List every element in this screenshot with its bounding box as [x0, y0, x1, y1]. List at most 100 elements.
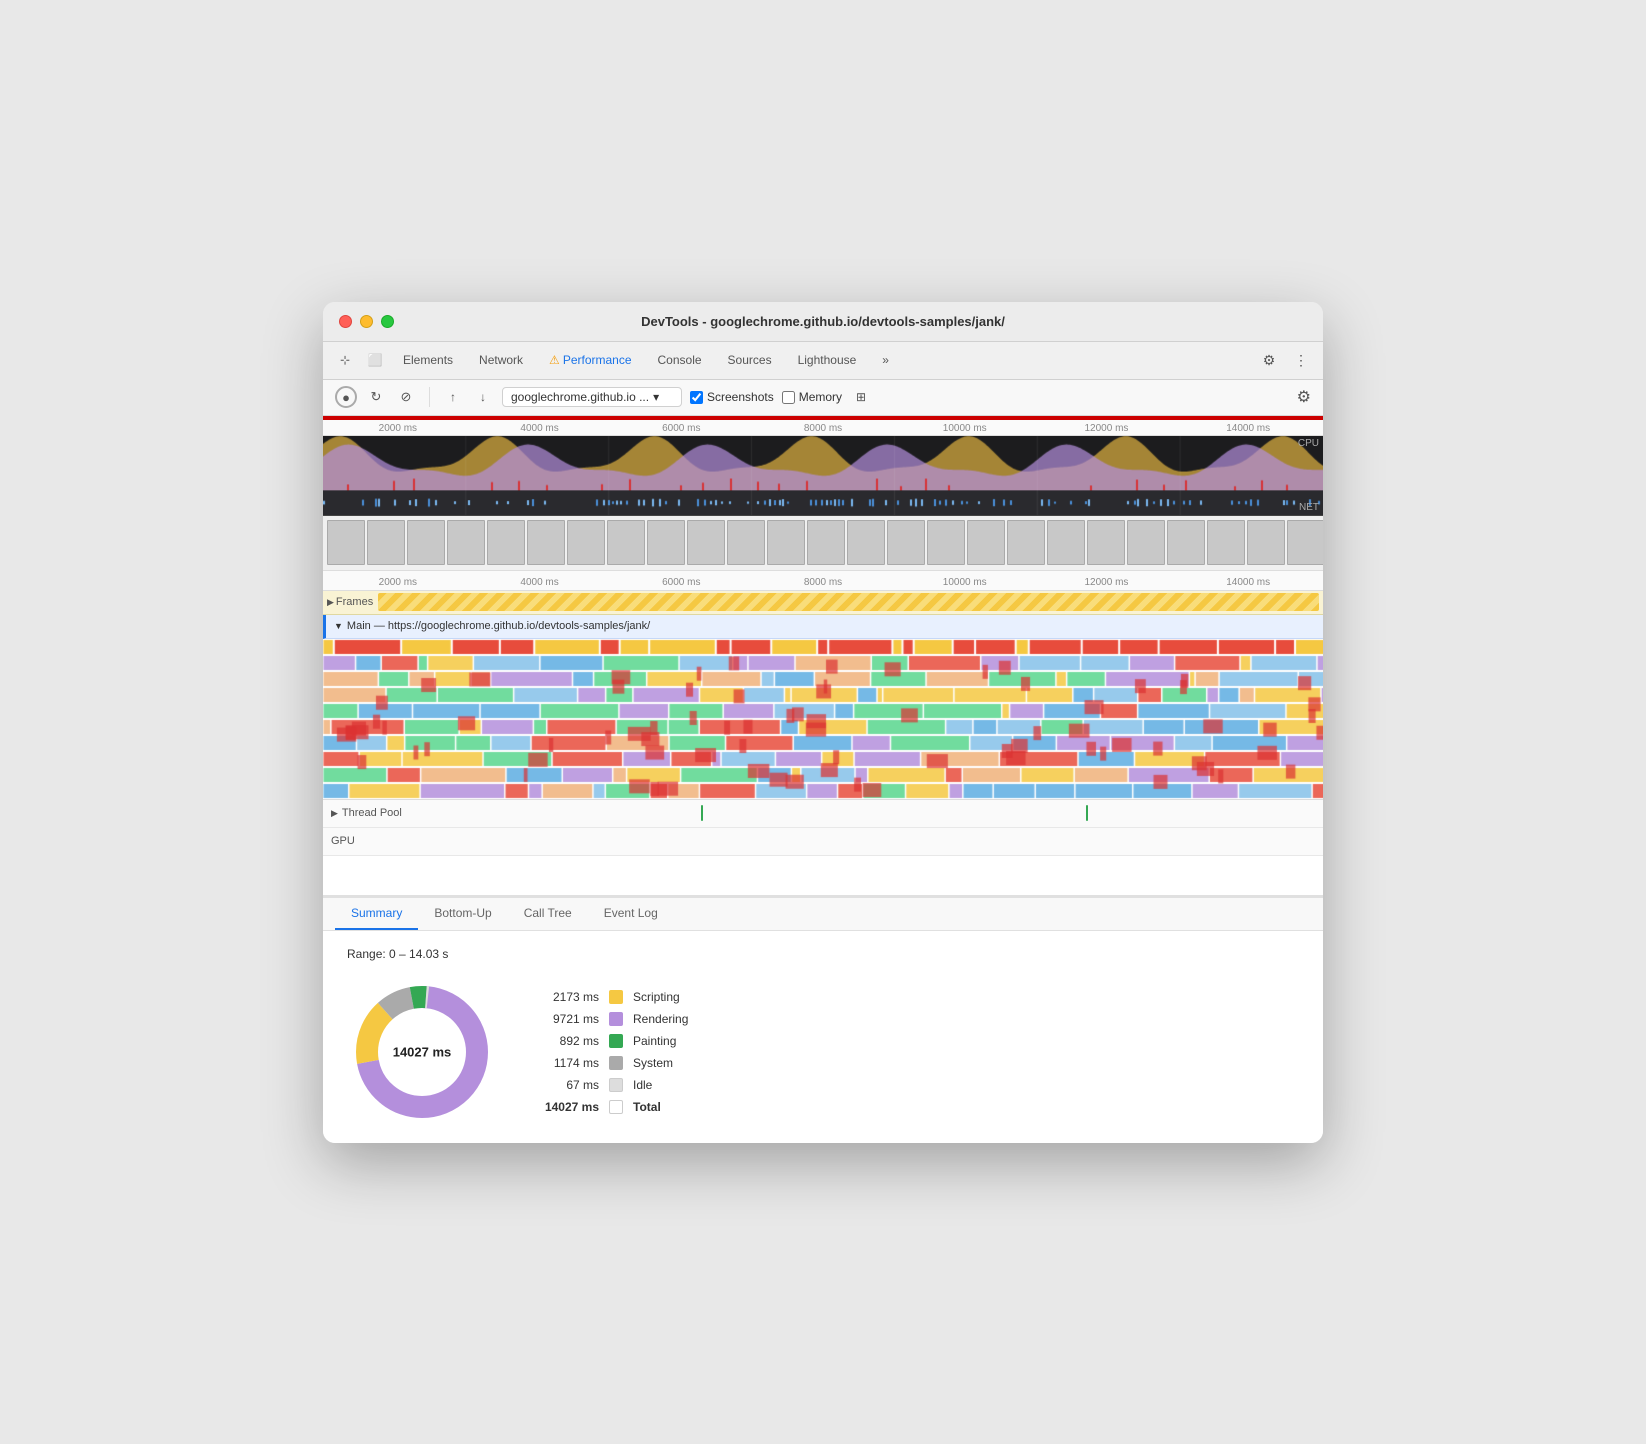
screenshot-thumb[interactable]	[407, 520, 445, 565]
memory-checkbox-group[interactable]: Memory	[782, 390, 842, 404]
cpu-canvas	[323, 436, 1323, 515]
tab-summary[interactable]: Summary	[335, 898, 418, 930]
rendering-value: 9721 ms	[529, 1012, 599, 1026]
screenshot-thumb[interactable]	[1207, 520, 1245, 565]
url-display[interactable]: googlechrome.github.io ... ▾	[502, 387, 682, 407]
ruler-mark-6: 12000 ms	[1036, 423, 1178, 434]
tab-sources[interactable]: Sources	[716, 347, 784, 373]
maximize-button[interactable]	[381, 315, 394, 328]
device-icon[interactable]: ⬜	[361, 346, 389, 374]
ruler-mark-2: 4000 ms	[469, 423, 611, 434]
total-label: Total	[633, 1100, 661, 1114]
tab-performance[interactable]: ⚠ Performance	[537, 347, 643, 373]
screenshot-thumb[interactable]	[327, 520, 365, 565]
ruler-mark-b2: 4000 ms	[469, 577, 611, 588]
gpu-bars	[359, 831, 1315, 851]
settings-icon[interactable]: ⚙	[1255, 346, 1283, 374]
screenshot-thumb[interactable]	[927, 520, 965, 565]
window-title: DevTools - googlechrome.github.io/devtoo…	[641, 314, 1005, 329]
ruler-mark-4: 8000 ms	[752, 423, 894, 434]
screenshot-thumb[interactable]	[807, 520, 845, 565]
close-button[interactable]	[339, 315, 352, 328]
screenshots-checkbox-group[interactable]: Screenshots	[690, 390, 774, 404]
timeline-wrapper: 2000 ms 4000 ms 6000 ms 8000 ms 10000 ms…	[323, 416, 1323, 896]
screenshot-thumb[interactable]	[1127, 520, 1165, 565]
download-button[interactable]: ↓	[472, 386, 494, 408]
screenshot-thumb[interactable]	[967, 520, 1005, 565]
legend-total: 14027 ms Total	[529, 1100, 688, 1114]
tab-more[interactable]: »	[870, 347, 901, 373]
scripting-swatch	[609, 990, 623, 1004]
warn-icon: ⚠	[549, 353, 560, 367]
clear-button[interactable]: ⊘	[395, 386, 417, 408]
url-dropdown-icon: ▾	[653, 390, 659, 404]
tab-event-log[interactable]: Event Log	[588, 898, 674, 930]
perf-settings-icon[interactable]: ⚙	[1297, 387, 1311, 407]
ruler-mark-b5: 10000 ms	[894, 577, 1036, 588]
more-icon[interactable]: ⋮	[1287, 346, 1315, 374]
screenshot-thumb[interactable]	[887, 520, 925, 565]
total-swatch	[609, 1100, 623, 1114]
screenshot-thumb[interactable]	[1007, 520, 1045, 565]
main-collapse-icon[interactable]: ▼	[334, 621, 343, 631]
ruler-mark-b3: 6000 ms	[610, 577, 752, 588]
screenshot-thumb[interactable]	[607, 520, 645, 565]
inspect-icon[interactable]: ⊹	[331, 346, 359, 374]
tab-console[interactable]: Console	[646, 347, 714, 373]
painting-swatch	[609, 1034, 623, 1048]
painting-label: Painting	[633, 1034, 676, 1048]
screenshot-thumb[interactable]	[687, 520, 725, 565]
window-controls	[339, 315, 394, 328]
ruler-marks-bottom: 2000 ms 4000 ms 6000 ms 8000 ms 10000 ms…	[323, 573, 1323, 588]
screenshot-thumb[interactable]	[1167, 520, 1205, 565]
screenshot-thumb[interactable]	[487, 520, 525, 565]
screenshot-thumb[interactable]	[367, 520, 405, 565]
donut-chart: 14027 ms	[347, 977, 497, 1127]
tab-network[interactable]: Network	[467, 347, 535, 373]
tab-bottom-up[interactable]: Bottom-Up	[418, 898, 507, 930]
painting-value: 892 ms	[529, 1034, 599, 1048]
ruler-mark-7: 14000 ms	[1177, 423, 1319, 434]
screenshot-thumb[interactable]	[1287, 520, 1323, 565]
screenshots-row	[323, 516, 1323, 571]
screenshot-thumb[interactable]	[1047, 520, 1085, 565]
system-label: System	[633, 1056, 673, 1070]
capture-icon[interactable]: ⊞	[850, 386, 872, 408]
legend-scripting: 2173 ms Scripting	[529, 990, 688, 1004]
record-button[interactable]: ●	[335, 386, 357, 408]
screenshot-thumb[interactable]	[527, 520, 565, 565]
screenshot-thumb[interactable]	[767, 520, 805, 565]
legend: 2173 ms Scripting 9721 ms Rendering 892 …	[529, 990, 688, 1114]
ruler-mark-1: 2000 ms	[327, 423, 469, 434]
thread-pool-bars	[406, 803, 1315, 823]
bottom-tabs: Summary Bottom-Up Call Tree Event Log	[323, 898, 1323, 931]
screenshot-thumb[interactable]	[567, 520, 605, 565]
system-value: 1174 ms	[529, 1056, 599, 1070]
screenshot-thumb[interactable]	[727, 520, 765, 565]
range-text: Range: 0 – 14.03 s	[347, 947, 1299, 961]
legend-rendering: 9721 ms Rendering	[529, 1012, 688, 1026]
screenshots-label: Screenshots	[707, 390, 774, 404]
screenshot-thumb[interactable]	[1247, 520, 1285, 565]
upload-button[interactable]: ↑	[442, 386, 464, 408]
ruler-mark-b6: 12000 ms	[1036, 577, 1178, 588]
thread-pool-collapse-icon[interactable]: ▶	[331, 808, 338, 819]
idle-swatch	[609, 1078, 623, 1092]
screenshot-thumb[interactable]	[447, 520, 485, 565]
tab-call-tree[interactable]: Call Tree	[508, 898, 588, 930]
summary-body: 14027 ms 2173 ms Scripting 9721 ms Rende…	[347, 977, 1299, 1127]
system-swatch	[609, 1056, 623, 1070]
screenshot-thumb[interactable]	[647, 520, 685, 565]
tab-lighthouse[interactable]: Lighthouse	[786, 347, 869, 373]
screenshots-checkbox[interactable]	[690, 391, 703, 404]
tab-elements[interactable]: Elements	[391, 347, 465, 373]
legend-idle: 67 ms Idle	[529, 1078, 688, 1092]
screenshot-thumb[interactable]	[1087, 520, 1125, 565]
idle-label: Idle	[633, 1078, 652, 1092]
flame-canvas-main	[323, 639, 1323, 799]
donut-label: 14027 ms	[393, 1044, 452, 1059]
minimize-button[interactable]	[360, 315, 373, 328]
screenshot-thumb[interactable]	[847, 520, 885, 565]
memory-checkbox[interactable]	[782, 391, 795, 404]
reload-button[interactable]: ↻	[365, 386, 387, 408]
